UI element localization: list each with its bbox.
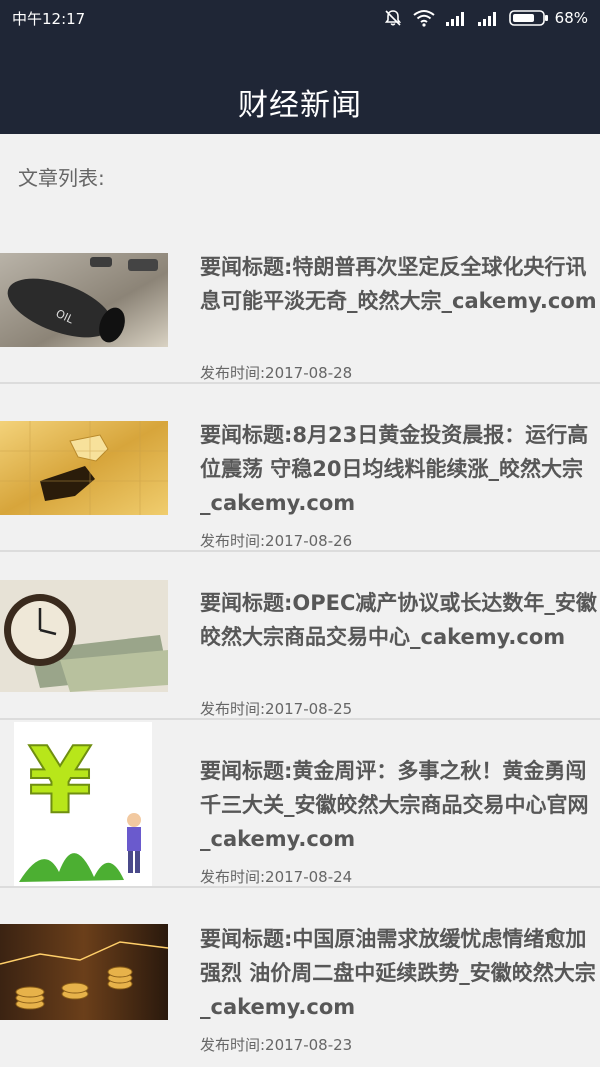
list-item[interactable]: 要闻标题:中国原油需求放缓忧虑情绪愈加强烈 油价周二盘中延续跌势_安徽皎然大宗_… (0, 888, 600, 1056)
article-title[interactable]: 要闻标题:8月23日黄金投资晨报：运行高位震荡 守稳20日均线料能续涨_皎然大宗… (200, 418, 598, 520)
status-bar: 中午12:17 68% (0, 0, 600, 36)
list-item[interactable]: 要闻标题:OPEC减产协议或长达数年_安徽皎然大宗商品交易中心_cakemy.c… (0, 552, 600, 720)
mute-bell-icon (384, 10, 401, 26)
article-title[interactable]: 要闻标题:中国原油需求放缓忧虑情绪愈加强烈 油价周二盘中延续跌势_安徽皎然大宗_… (200, 922, 598, 1024)
battery-indicator: 68% (508, 9, 588, 27)
wifi-icon (413, 10, 435, 27)
article-date: 发布时间:2017-08-23 (200, 1036, 353, 1054)
svg-text:¥: ¥ (28, 727, 92, 834)
article-title[interactable]: 要闻标题:特朗普再次坚定反全球化央行讯息可能平淡无奇_皎然大宗_cakemy.c… (200, 250, 598, 318)
oil-barrel-image: OIL (0, 253, 168, 347)
signal-icon (445, 12, 464, 26)
list-item[interactable]: OIL 要闻标题:特朗普再次坚定反全球化央行讯息可能平淡无奇_皎然大宗_cake… (0, 216, 600, 384)
page-title: 财经新闻 (238, 88, 362, 123)
battery-percent: 68% (554, 9, 588, 27)
status-icons: 68% (383, 8, 588, 28)
article-date: 发布时间:2017-08-24 (200, 868, 353, 886)
battery-icon (508, 10, 548, 26)
article-date: 发布时间:2017-08-28 (200, 364, 353, 382)
app-header: 中午12:17 68% 财经新闻 (0, 0, 600, 134)
article-date: 发布时间:2017-08-25 (200, 700, 353, 718)
clock-money-image (0, 580, 168, 692)
article-date: 发布时间:2017-08-26 (200, 532, 353, 550)
list-item[interactable]: 要闻标题:8月23日黄金投资晨报：运行高位震荡 守稳20日均线料能续涨_皎然大宗… (0, 384, 600, 552)
coins-chart-image (0, 924, 168, 1020)
gold-puzzle-image (0, 421, 168, 515)
article-list: OIL 要闻标题:特朗普再次坚定反全球化央行讯息可能平淡无奇_皎然大宗_cake… (0, 216, 600, 1056)
yuan-plant-image: ¥ (14, 722, 152, 886)
list-item[interactable]: ¥ 要闻标题:黄金周评：多事之秋！黄金勇闯千三大关_安徽皎然大宗商品交易中心官网… (0, 720, 600, 888)
status-time: 中午12:17 (12, 9, 86, 28)
article-title[interactable]: 要闻标题:OPEC减产协议或长达数年_安徽皎然大宗商品交易中心_cakemy.c… (200, 586, 598, 654)
signal-icon (477, 12, 496, 26)
title-bar: 财经新闻 (0, 72, 600, 132)
article-list-label: 文章列表: (18, 166, 105, 190)
article-title[interactable]: 要闻标题:黄金周评：多事之秋！黄金勇闯千三大关_安徽皎然大宗商品交易中心官网_c… (200, 754, 598, 856)
